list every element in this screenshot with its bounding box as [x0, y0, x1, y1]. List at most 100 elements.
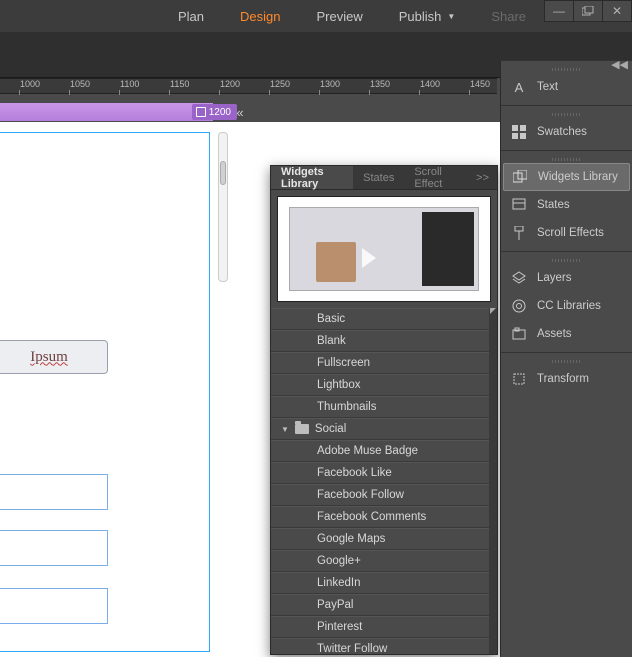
folder-label: Social [315, 423, 346, 435]
form-field-3[interactable] [0, 588, 108, 624]
form-field-1[interactable] [0, 474, 108, 510]
widget-item-thumbnails[interactable]: Thumbnails [271, 396, 497, 418]
widget-item-facebook-like[interactable]: Facebook Like [271, 462, 497, 484]
ruler-tick: 1000 [20, 79, 40, 89]
ruler-tick: 1100 [120, 79, 139, 89]
widget-item-blank[interactable]: Blank [271, 330, 497, 352]
play-icon [362, 248, 376, 268]
swatches-icon [511, 124, 527, 140]
tab-widgets-library[interactable]: Widgets Library [271, 166, 353, 189]
disclosure-triangle-icon: ▼ [281, 425, 289, 434]
dock-collapse-icon[interactable]: ◀◀ [611, 58, 628, 71]
dock-item-text[interactable]: A Text [501, 73, 632, 101]
menu-publish-label: Publish [399, 9, 442, 24]
panel-grip-icon[interactable] [501, 357, 632, 365]
chevron-down-icon: ▼ [447, 12, 455, 21]
dock-label: Text [537, 81, 558, 93]
dock-item-transform[interactable]: Transform [501, 365, 632, 393]
widgets-panel-tabs: Widgets Library States Scroll Effect >> [271, 166, 497, 190]
panel-grip-icon[interactable] [501, 155, 632, 163]
dock-label: CC Libraries [537, 300, 601, 312]
widget-item-basic[interactable]: Basic [271, 308, 497, 330]
menu-plan[interactable]: Plan [160, 1, 222, 32]
widgets-list: Basic Blank Fullscreen Lightbox Thumbnai… [271, 308, 497, 654]
tab-scroll-effect[interactable]: Scroll Effect [404, 166, 468, 189]
widget-folder-social[interactable]: ▼ Social [271, 418, 497, 440]
scroll-up-icon[interactable] [490, 308, 496, 314]
cc-libraries-icon [511, 298, 527, 314]
widgets-list-scrollbar[interactable] [489, 308, 497, 654]
panel-expand-button[interactable]: >> [468, 166, 497, 189]
widgets-icon [512, 169, 528, 185]
dock-label: Layers [537, 272, 572, 284]
form-field-2[interactable] [0, 530, 108, 566]
menu-design[interactable]: Design [222, 1, 298, 32]
widget-item-fullscreen[interactable]: Fullscreen [271, 352, 497, 374]
dock-label: States [537, 199, 570, 211]
widget-item-pinterest[interactable]: Pinterest [271, 616, 497, 638]
dock-item-scroll-effects[interactable]: Scroll Effects [501, 219, 632, 247]
maximize-button[interactable] [573, 0, 603, 22]
widget-item-facebook-follow[interactable]: Facebook Follow [271, 484, 497, 506]
ruler-tick: 1300 [320, 79, 340, 89]
folder-icon [295, 424, 309, 434]
dock-label: Assets [537, 328, 572, 340]
scroll-effects-icon [511, 225, 527, 241]
widget-item-linkedin[interactable]: LinkedIn [271, 572, 497, 594]
dock-label: Transform [537, 373, 589, 385]
collapse-chevron-icon[interactable]: « [230, 103, 250, 121]
ruler-tick: 1200 [220, 79, 240, 89]
menu-share: Share [473, 1, 544, 32]
widget-item-twitter-follow[interactable]: Twitter Follow [271, 638, 497, 654]
dock-item-states[interactable]: States [501, 191, 632, 219]
dock-item-layers[interactable]: Layers [501, 264, 632, 292]
dock-label: Scroll Effects [537, 227, 604, 239]
ruler-tick: 1400 [420, 79, 440, 89]
breakpoint-value: 1200 [209, 107, 231, 118]
transform-icon [511, 371, 527, 387]
assets-icon [511, 326, 527, 342]
widget-preview-thumbnail [277, 196, 491, 302]
horizontal-ruler[interactable]: 1000 1050 1100 1150 1200 1250 1300 1350 … [0, 78, 497, 94]
widget-item-lightbox[interactable]: Lightbox [271, 374, 497, 396]
ruler-tick: 1450 [470, 79, 490, 89]
preview-image [289, 207, 480, 290]
ruler-tick: 1350 [370, 79, 390, 89]
tab-states[interactable]: States [353, 166, 404, 189]
main-menu: Plan Design Preview Publish ▼ Share [160, 1, 544, 32]
page-scrollbar[interactable] [218, 132, 228, 282]
maximize-icon [582, 6, 594, 16]
options-bar-right [500, 32, 632, 60]
widget-item-google-plus[interactable]: Google+ [271, 550, 497, 572]
panel-grip-icon[interactable] [501, 110, 632, 118]
minimize-button[interactable]: — [544, 0, 574, 22]
ruler-tick: 1050 [70, 79, 90, 89]
page-frame[interactable] [0, 132, 210, 652]
dock-label: Swatches [537, 126, 587, 138]
text-box-lorem[interactable]: Ipsum [0, 340, 108, 374]
layers-icon [511, 270, 527, 286]
ruler-tick: 1150 [170, 79, 189, 89]
window-controls: — ✕ [545, 0, 632, 22]
scrollbar-thumb[interactable] [220, 161, 226, 185]
top-menu-bar: Plan Design Preview Publish ▼ Share — ✕ [0, 0, 632, 32]
dock-item-assets[interactable]: Assets [501, 320, 632, 348]
widget-item-paypal[interactable]: PayPal [271, 594, 497, 616]
options-bar [0, 32, 500, 78]
widget-item-google-maps[interactable]: Google Maps [271, 528, 497, 550]
close-button[interactable]: ✕ [602, 0, 632, 22]
widgets-library-panel: Widgets Library States Scroll Effect >> … [270, 165, 498, 655]
dock-item-widgets-library[interactable]: Widgets Library [503, 163, 630, 191]
panel-grip-icon[interactable] [501, 256, 632, 264]
lorem-text: Ipsum [30, 349, 68, 366]
dock-item-swatches[interactable]: Swatches [501, 118, 632, 146]
breakpoint-guide[interactable]: 1200 [0, 103, 213, 121]
dock-item-cc-libraries[interactable]: CC Libraries [501, 292, 632, 320]
menu-preview[interactable]: Preview [299, 1, 381, 32]
widget-item-adobe-muse-badge[interactable]: Adobe Muse Badge [271, 440, 497, 462]
text-icon: A [511, 79, 527, 95]
widget-item-facebook-comments[interactable]: Facebook Comments [271, 506, 497, 528]
states-icon [511, 197, 527, 213]
ruler-tick: 1250 [270, 79, 290, 89]
menu-publish[interactable]: Publish ▼ [381, 1, 474, 32]
